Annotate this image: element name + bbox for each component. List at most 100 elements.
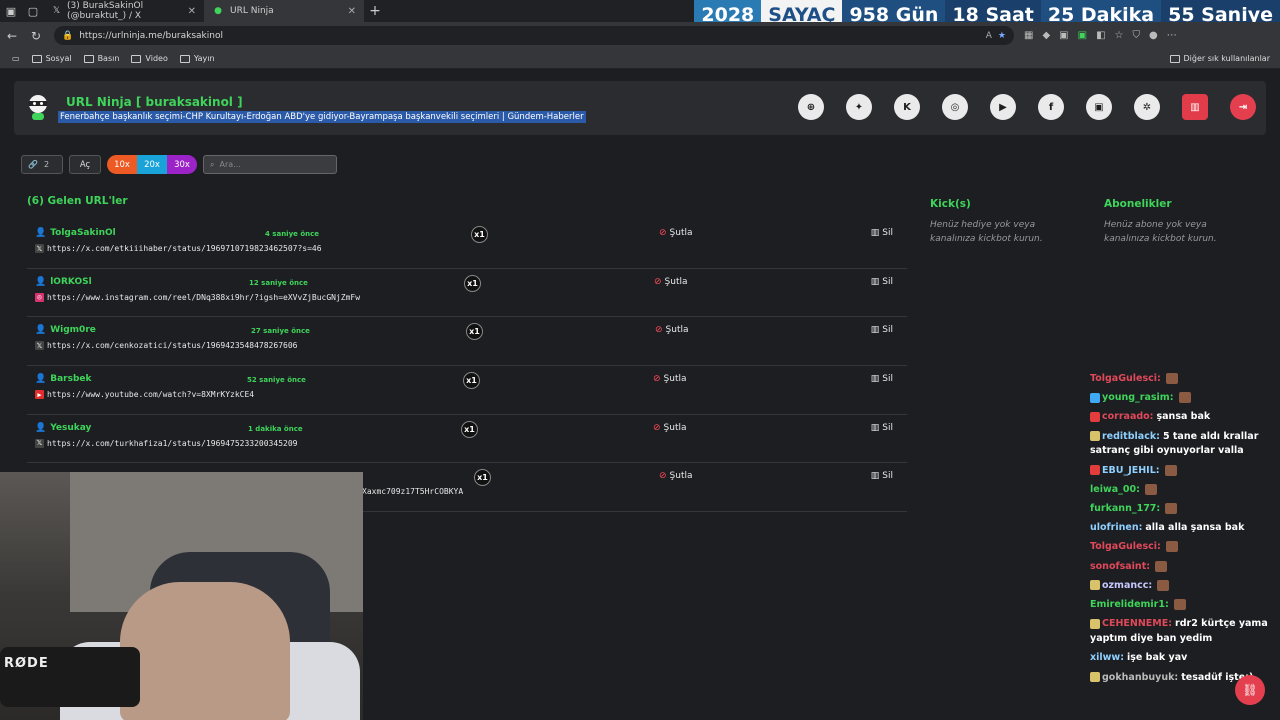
ninja-logo-icon — [29, 95, 47, 120]
facebook-icon[interactable]: f — [1038, 94, 1064, 120]
address-text: https://urlninja.me/buraksakinol — [79, 30, 223, 41]
kick-button[interactable]: ⊘ Şutla — [654, 277, 688, 287]
tab-url-ninja[interactable]: ● URL Ninja ✕ — [204, 0, 364, 22]
chat-username[interactable]: TolgaGulesci: — [1090, 373, 1161, 384]
chat-username[interactable]: xilww: — [1090, 652, 1124, 663]
chat-username[interactable]: ulofrinen: — [1090, 522, 1142, 533]
tab-x[interactable]: 𝕏 (3) BurakSakinOl (@buraktut_) / X ✕ — [44, 0, 204, 22]
trash-icon[interactable]: ▥ — [1182, 94, 1208, 120]
stream-chat-overlay: TolgaGulesci: young_rasim: corraado: şansa … — [1090, 372, 1275, 690]
row-user[interactable]: 👤 Yesukay — [35, 423, 91, 433]
bookmark-tab-icon[interactable]: ▭ — [12, 54, 20, 63]
multiplier-10x-button[interactable]: 10x — [107, 155, 137, 174]
mic-brand-label: RØDE — [4, 656, 49, 671]
shield-icon[interactable]: ⛉ — [1132, 30, 1140, 41]
search-input[interactable] — [219, 160, 320, 169]
row-link[interactable]: 𝕏https://x.com/etkiiihaber/status/196971… — [35, 244, 322, 253]
emote-icon — [1165, 541, 1178, 553]
address-bar[interactable]: 🔒 https://urlninja.me/buraksakinol A ★ — [54, 26, 1014, 45]
row-link[interactable]: ▶ https://www.youtube.com/watch?v=8XMrKYz… — [35, 390, 254, 400]
dribbble-icon[interactable]: ⊕ — [798, 94, 824, 120]
count-badge: x1 — [463, 372, 480, 390]
page-header: URL Ninja [ buraksakinol ] Fenerbahçe ba… — [14, 81, 1266, 135]
open-button[interactable]: Aç — [69, 155, 101, 174]
ban-icon: ⊘ — [659, 228, 667, 238]
chat-username[interactable]: leiwa_00: — [1090, 484, 1140, 495]
extension-icon[interactable]: ◧ — [1096, 30, 1105, 41]
avatar[interactable]: ● — [1149, 30, 1158, 41]
kick-button[interactable]: ⊘ Şutla — [655, 325, 689, 335]
delete-button[interactable]: ▥ Sil — [871, 228, 893, 238]
tab-actions-icon[interactable]: ▢ — [22, 0, 44, 22]
kick-button[interactable]: ⊘ Şutla — [659, 471, 693, 481]
back-icon[interactable]: ← — [0, 29, 24, 43]
chat-username[interactable]: CEHENNEME: — [1102, 618, 1172, 629]
chat-username[interactable]: ozmancc: — [1102, 580, 1152, 591]
row-user[interactable]: 👤 Barsbek — [35, 374, 91, 384]
chat-badge-icon — [1090, 431, 1100, 442]
link-count-input[interactable]: 🔗 2 — [21, 155, 63, 174]
row-link[interactable]: 𝕏https://x.com/turkhafiza1/status/196947… — [35, 438, 297, 448]
kick-button[interactable]: ⊘ Şutla — [653, 374, 687, 384]
multiplier-30x-button[interactable]: 30x — [167, 155, 197, 174]
chat-username[interactable]: Emirelidemir1: — [1090, 599, 1169, 610]
link-action-button[interactable]: ⛓ — [1235, 675, 1265, 705]
kick-button[interactable]: ⊘ Şutla — [653, 423, 687, 433]
trash-icon: ▥ — [870, 228, 880, 238]
chat-username[interactable]: sonofsaint: — [1090, 561, 1150, 572]
delete-button[interactable]: ▥ Sil — [871, 471, 893, 481]
row-link[interactable]: ◎ https://www.instagram.com/reel/DNq388xi… — [35, 292, 360, 302]
row-user[interactable]: 👤 TolgaSakinOl — [35, 228, 116, 238]
extension-icon[interactable]: ▦ — [1024, 30, 1033, 41]
extension-icon[interactable]: ◆ — [1042, 30, 1050, 41]
delete-button[interactable]: ▥ Sil — [871, 277, 893, 287]
row-user[interactable]: 👤 Wigm0re — [35, 325, 96, 335]
bookmark-other[interactable]: Diğer sık kullanılanlar — [1169, 54, 1270, 63]
delete-button[interactable]: ▥ Sil — [871, 374, 893, 384]
row-link[interactable]: 𝕏https://x.com/cenkozatici/status/196942… — [35, 341, 297, 351]
kick-icon[interactable]: K — [894, 94, 920, 120]
kick-button[interactable]: ⊘ Şutla — [659, 228, 693, 238]
chat-username[interactable]: furkann_177: — [1090, 503, 1160, 514]
chat-message: xilww: işe bak yav — [1090, 651, 1275, 666]
bookmark-sosyal[interactable]: Sosyal — [31, 54, 72, 63]
chat-username[interactable]: young_rasim: — [1102, 392, 1174, 403]
link-text: https://x.com/etkiiihaber/status/1969710… — [47, 244, 322, 253]
ban-icon: ⊘ — [655, 325, 663, 336]
favorite-star-icon[interactable]: ★ — [998, 31, 1006, 41]
settings-icon[interactable]: ✲ — [1134, 94, 1160, 120]
close-icon[interactable]: ✕ — [188, 6, 196, 17]
extension-icon[interactable]: ▣ — [1078, 30, 1087, 41]
extension-icon[interactable]: ▣ — [1059, 30, 1068, 41]
instagram-icon[interactable]: ◎ — [942, 94, 968, 120]
close-icon[interactable]: ✕ — [348, 6, 356, 17]
user-name: Wigm0re — [50, 325, 96, 336]
reload-icon[interactable]: ↻ — [24, 29, 48, 43]
chat-message: sonofsaint: — [1090, 560, 1275, 575]
chat-username[interactable]: EBU_JEHIL: — [1102, 465, 1160, 476]
kick-label: Şutla — [669, 471, 693, 482]
menu-icon[interactable]: ⋯ — [1167, 30, 1177, 41]
read-aloud-icon[interactable]: A — [986, 31, 992, 41]
bookmark-video[interactable]: Video — [131, 54, 168, 63]
extension-icon[interactable]: ☆ — [1115, 30, 1124, 41]
gallery-icon[interactable]: ▣ — [1086, 94, 1112, 120]
chat-username[interactable]: gokhanbuyuk: — [1102, 672, 1178, 683]
bookmark-yayin[interactable]: Yayın — [179, 54, 215, 63]
chat-username[interactable]: corraado: — [1102, 411, 1153, 422]
row-link[interactable]: Xaxmc709z17T5HrCOBKYA — [362, 487, 463, 496]
row-user[interactable]: 👤 lORKOSl — [35, 277, 92, 287]
new-tab-button[interactable]: + — [364, 3, 386, 19]
youtube-icon[interactable]: ▶ — [990, 94, 1016, 120]
chat-message: ozmancc: — [1090, 579, 1275, 594]
chat-username[interactable]: reditblack: — [1102, 431, 1160, 442]
delete-button[interactable]: ▥ Sil — [871, 325, 893, 335]
twitter-icon[interactable]: ✦ — [846, 94, 872, 120]
logout-icon[interactable]: ⇥ — [1230, 94, 1256, 120]
chat-username[interactable]: TolgaGulesci: — [1090, 541, 1161, 552]
row-time: 1 dakika önce — [248, 424, 303, 433]
multiplier-20x-button[interactable]: 20x — [137, 155, 167, 174]
delete-button[interactable]: ▥ Sil — [871, 423, 893, 433]
profile-icon[interactable]: ▣ — [0, 0, 22, 22]
bookmark-basin[interactable]: Basın — [83, 54, 119, 63]
